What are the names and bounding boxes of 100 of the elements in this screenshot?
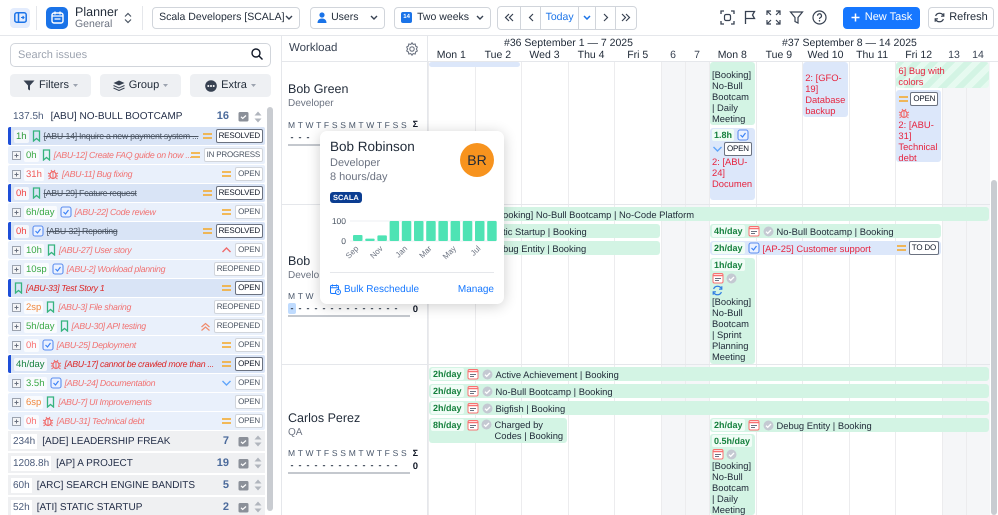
booking-card[interactable]: 2h/day No-Bull Bootcamp | Booking <box>429 384 989 398</box>
booking-card[interactable]: 1h/day [Booking] No-Bull Bootcam | Sprint Planning Meeting <box>710 258 755 364</box>
issue-row[interactable]: [ABU-33] Test Story 1 OPEN <box>8 279 265 297</box>
week-label: #36 September 1 — 7 2025 <box>502 36 634 49</box>
expand-icon[interactable] <box>12 264 21 274</box>
new-task-button[interactable]: New Task <box>843 6 920 28</box>
chevron-up-down-icon[interactable] <box>124 12 132 24</box>
group-header[interactable]: 60h [ARC] SEARCH ENGINE BANDITS 5 <box>8 475 265 495</box>
focus-icon[interactable] <box>720 10 735 25</box>
status-badge: IN PROGRESS <box>204 148 263 162</box>
issue-title: [ABU-14] Inquire a new payment system ... <box>44 130 198 142</box>
expand-icon[interactable] <box>12 246 21 254</box>
issue-row[interactable]: 0h [ABU-25] Deployment OPEN <box>8 336 265 354</box>
issue-row[interactable]: 5h/day [ABU-30] API testing REOPENED <box>8 317 265 335</box>
sidebar-toggle-button[interactable] <box>10 8 30 28</box>
estimate-label: 5h/day <box>24 320 57 332</box>
calendar-icon <box>712 272 724 284</box>
group-header[interactable]: 1208.8h [AP] A PROJECT 19 <box>8 453 265 473</box>
caret-icon <box>476 15 484 20</box>
manage-link[interactable]: Manage <box>458 282 494 297</box>
day-label: Fri 12 <box>904 49 934 62</box>
team-select[interactable]: Scala Developers [SCALA] <box>152 6 300 28</box>
day-load: - <box>288 303 296 314</box>
event-title: [Booking] No-Bull Bootcam | Daily Meeting <box>712 69 752 124</box>
event-title: [AP-25] Customer support <box>762 242 871 254</box>
expand-icon[interactable] <box>12 302 21 312</box>
rate-badge: 2h/day <box>431 402 464 414</box>
user-name[interactable]: Carlos Perez <box>288 410 360 426</box>
expand-icon[interactable] <box>12 170 21 178</box>
checkbox-icon <box>737 129 750 141</box>
booking-card[interactable]: 2h/day Bigfish | Booking <box>429 401 989 415</box>
issue-row[interactable]: 3.5h [ABU-24] Documentation OPEN <box>8 374 265 392</box>
expand-icon[interactable] <box>12 378 21 388</box>
expand-icon[interactable] <box>12 340 21 350</box>
task-card[interactable]: 6] Bug with colors <box>896 62 989 88</box>
fullscreen-icon[interactable] <box>766 10 781 25</box>
task-card[interactable]: 2h/day [AP-25] Customer support TO DO <box>710 241 941 255</box>
filter-icon[interactable] <box>789 10 804 25</box>
issue-row[interactable]: 0h [ABU-32] Reporting RESOLVED <box>8 222 265 240</box>
booking-card[interactable]: 0.5h/day [Booking] No-Bull Bootcam | Daily Meeting <box>710 434 755 515</box>
help-icon[interactable] <box>812 10 827 25</box>
filter-button[interactable]: Filters <box>10 74 91 97</box>
filter-button[interactable]: Extra <box>190 74 271 97</box>
expand-icon[interactable] <box>12 150 21 160</box>
booking-card[interactable]: [Booking] No-Bull Bootcam | Daily Meeting <box>710 62 755 125</box>
scrollbar[interactable] <box>267 107 273 511</box>
issue-row[interactable]: 31h [ABU-11] Bug fixing OPEN <box>8 165 265 183</box>
day-load: - <box>298 132 302 143</box>
view-select[interactable]: Users <box>310 6 386 28</box>
group-header[interactable]: 234h [ADE] LEADERSHIP FREAK 7 <box>8 431 265 451</box>
calendar-check-icon[interactable] <box>238 502 249 512</box>
sum-label: Σ <box>412 118 418 132</box>
bulk-reschedule-link[interactable]: Bulk Reschedule <box>330 282 420 297</box>
hours-label: 234h <box>11 434 38 448</box>
group-header[interactable]: 52h [ATI] STATIC STARTUP 2 <box>8 497 265 515</box>
issue-row[interactable]: 0h [ABU-12] Create FAQ guide on how ... IN PROGRESS <box>8 146 265 164</box>
issue-row[interactable]: 10h [ABU-27] User story OPEN <box>8 241 265 259</box>
expand-icon[interactable] <box>12 416 21 426</box>
scrollbar[interactable] <box>991 180 997 515</box>
issue-count: 7 <box>222 434 229 449</box>
calendar-check-icon[interactable] <box>238 458 249 468</box>
calendar-check-icon[interactable] <box>238 111 249 122</box>
day-load: - <box>362 303 366 314</box>
expand-icon[interactable] <box>12 398 21 406</box>
booking-card[interactable]: 2h/day Debug Entity | Booking <box>710 418 989 432</box>
flag-icon[interactable] <box>743 10 758 25</box>
chart-bar <box>450 221 460 241</box>
user-name[interactable]: Bob Green <box>288 82 348 98</box>
expand-icon[interactable] <box>12 208 21 216</box>
task-card[interactable]: 2: [GFO-19] Database backup <box>803 62 848 117</box>
search-field[interactable]: Search issues <box>10 43 271 67</box>
user-name[interactable]: Bob <box>288 254 310 269</box>
chart-bar <box>365 238 375 241</box>
axis-label: Sep <box>344 244 360 260</box>
estimate-label: 6h/day <box>24 206 57 218</box>
issue-row[interactable]: 0h [ABU-29] Feature request RESOLVED <box>8 184 265 202</box>
search-icon[interactable] <box>251 48 263 60</box>
issue-row[interactable]: 0h [ABU-31] Technical debt OPEN <box>8 412 265 430</box>
bookmark-icon <box>46 301 56 313</box>
booking-card[interactable]: 8h/day Charged by Codes | Booking <box>429 418 567 443</box>
issue-row[interactable]: 10sp [ABU-2] Workload planning REOPENED <box>8 260 265 278</box>
issue-row[interactable]: 1h [ABU-14] Inquire a new payment system ... RESOLVED <box>8 127 265 145</box>
issue-row[interactable]: 2sp [ABU-3] File sharing REOPENED <box>8 298 265 316</box>
booking-card[interactable]: 2h/day Active Achievement | Booking <box>429 367 989 381</box>
calendar-check-icon[interactable] <box>238 436 249 446</box>
refresh-button[interactable]: Refresh <box>928 6 994 28</box>
estimate-label: 10sp <box>24 262 49 276</box>
task-card[interactable]: 1.8h OPEN 2: [ABU-24] Documen <box>710 128 755 200</box>
task-card[interactable]: OPEN 2: [ABU-31] Technical debt <box>896 90 941 162</box>
day-load: - <box>306 132 310 143</box>
booking-card[interactable]: 4h/day No-Bull Bootcamp | Booking <box>710 224 941 238</box>
estimate-label: 3.5h <box>24 376 46 390</box>
filter-button[interactable]: Group <box>100 74 181 97</box>
settings-icon[interactable] <box>405 42 419 56</box>
calendar-icon <box>748 419 760 431</box>
calendar-check-icon[interactable] <box>238 480 249 490</box>
issue-row[interactable]: 6sp [ABU-7] UI Improvements OPEN <box>8 393 265 411</box>
issue-row[interactable]: 4h/day [ABU-17] cannot be crawled more than ... OPEN <box>8 355 265 373</box>
expand-icon[interactable] <box>12 322 21 330</box>
issue-row[interactable]: 6h/day [ABU-22] Code review OPEN <box>8 203 265 221</box>
